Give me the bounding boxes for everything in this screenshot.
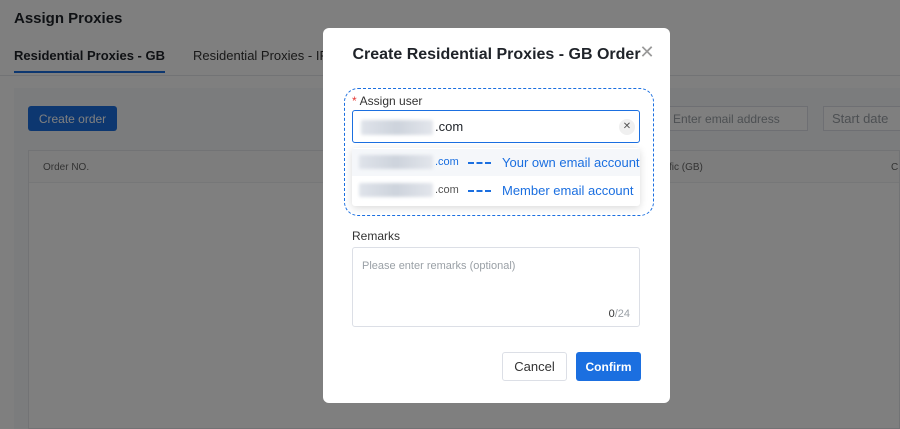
- redacted-email: [359, 155, 433, 169]
- assign-user-label-text: Assign user: [359, 94, 423, 108]
- clear-icon[interactable]: ✕: [619, 119, 635, 135]
- assign-user-label: * Assign user: [352, 94, 422, 108]
- option-email-suffix: .com: [435, 184, 459, 196]
- assign-user-dropdown: .com Your own email account .com Member …: [352, 148, 640, 206]
- remarks-textarea[interactable]: Please enter remarks (optional) 0/24: [352, 247, 640, 327]
- dropdown-option-own[interactable]: .com Your own email account: [352, 149, 640, 176]
- option-email-suffix: .com: [435, 156, 459, 168]
- create-order-modal: Create Residential Proxies - GB Order ✕ …: [323, 28, 670, 403]
- required-mark: *: [352, 94, 357, 108]
- cancel-button[interactable]: Cancel: [502, 352, 567, 381]
- option-annotation: Your own email account: [502, 155, 640, 170]
- annotation-dashes: [468, 162, 491, 164]
- annotation-dashes: [468, 190, 491, 192]
- dropdown-option-member[interactable]: .com Member email account: [352, 177, 640, 204]
- char-counter: 0/24: [609, 308, 630, 320]
- modal-title: Create Residential Proxies - GB Order: [352, 46, 641, 63]
- remarks-placeholder: Please enter remarks (optional): [362, 260, 516, 272]
- remarks-label: Remarks: [352, 229, 401, 243]
- char-max: /24: [614, 308, 630, 320]
- redacted-email: [359, 183, 433, 197]
- option-annotation: Member email account: [502, 183, 634, 198]
- redacted-email: [361, 120, 433, 135]
- selected-email-suffix: .com: [435, 119, 464, 134]
- confirm-button[interactable]: Confirm: [576, 352, 641, 381]
- close-icon[interactable]: ✕: [639, 43, 655, 61]
- assign-user-select[interactable]: .com ✕: [352, 110, 640, 143]
